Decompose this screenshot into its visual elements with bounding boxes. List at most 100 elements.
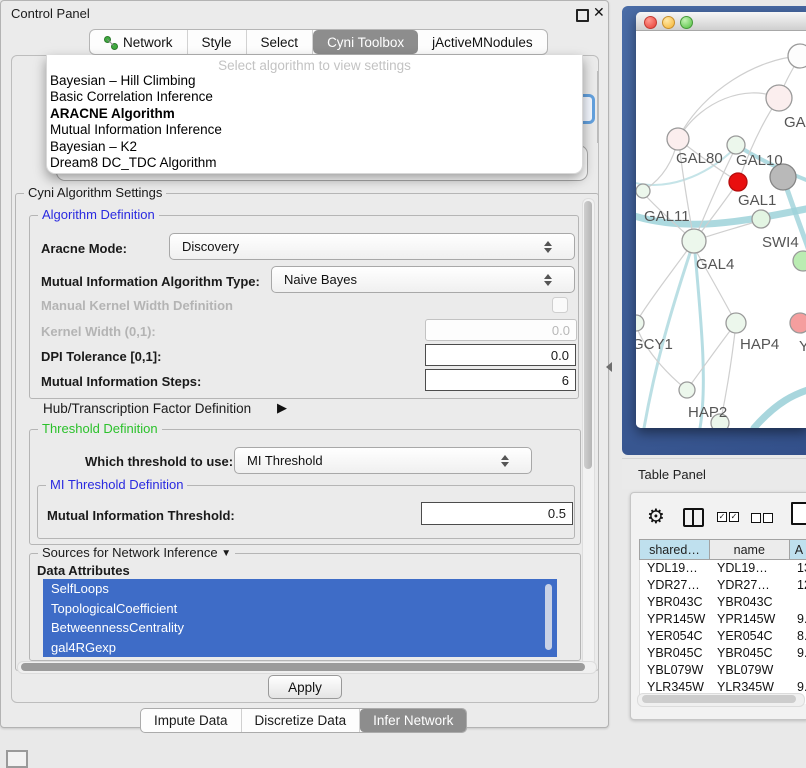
dropdown-item-selected[interactable]: ARACNE Algorithm	[47, 106, 582, 122]
spinner-arrows-icon	[544, 274, 565, 286]
data-attributes-list[interactable]: SelfLoops TopologicalCoefficient Between…	[43, 579, 557, 657]
tab-impute-data[interactable]: Impute Data	[141, 709, 242, 732]
mi-threshold-label: Mutual Information Threshold:	[47, 508, 235, 523]
network-window-titlebar[interactable]	[636, 12, 806, 31]
network-window[interactable]: GAL GAL80 GAL10 GAL11 GAL1 SWI4 GAL4 GCY…	[636, 12, 806, 428]
node-green-right[interactable]	[793, 251, 806, 271]
node-gal1[interactable]	[752, 210, 770, 228]
node-red-selected[interactable]	[729, 173, 747, 191]
minimized-panel-icon[interactable]	[6, 750, 28, 768]
column-header[interactable]: A	[790, 539, 806, 560]
node-salmon[interactable]	[790, 313, 806, 333]
deselect-all-icon[interactable]	[763, 513, 773, 523]
list-vscrollbar-thumb[interactable]	[545, 584, 552, 650]
table-panel-card: ⚙ ✓ ✓ shared… name A YDL19… YDL19… 13 YD…	[630, 492, 806, 720]
settings-hscrollbar[interactable]	[17, 661, 597, 674]
group-title: Cyni Algorithm Settings	[24, 185, 166, 200]
zoom-traffic-icon[interactable]	[680, 16, 693, 29]
node-gcy1[interactable]	[636, 315, 644, 331]
tab-network[interactable]: Network	[90, 30, 188, 54]
node-hap2[interactable]	[679, 382, 695, 398]
mi-threshold-value: 0.5	[548, 506, 566, 521]
group-title[interactable]: Sources for Network Inference ▼	[38, 545, 235, 560]
mi-threshold-field[interactable]: 0.5	[421, 502, 573, 525]
attribute-item[interactable]: TopologicalCoefficient	[43, 599, 557, 619]
tab-style[interactable]: Style	[188, 30, 247, 54]
tab-jactivemnodules[interactable]: jActiveMNodules	[418, 30, 547, 54]
table-header-row: shared… name A	[639, 539, 806, 560]
table-hscrollbar-thumb[interactable]	[642, 695, 796, 703]
node-unlabeled[interactable]	[788, 44, 806, 68]
mi-type-combo[interactable]: Naive Bayes	[271, 266, 575, 293]
manual-kernel-checkbox[interactable]	[552, 297, 568, 313]
cell: 9.	[790, 611, 806, 628]
attribute-item[interactable]: gal4RGexp	[43, 638, 557, 658]
expand-right-icon[interactable]: ▶	[277, 400, 287, 416]
dpi-tolerance-field[interactable]: 0.0	[425, 344, 576, 366]
table-row[interactable]: YDL19… YDL19… 13	[640, 560, 806, 577]
spinner-arrows-icon	[501, 455, 522, 467]
table-row[interactable]: YER054C YER054C 8.	[640, 628, 806, 645]
table-row[interactable]: YBR043C YBR043C	[640, 594, 806, 611]
close-icon[interactable]: ✕	[593, 4, 605, 21]
attribute-item[interactable]: SelfLoops	[43, 579, 557, 599]
hub-definition-label[interactable]: Hub/Transcription Factor Definition	[43, 401, 251, 416]
aracne-mode-label: Aracne Mode:	[41, 241, 127, 256]
table-file-icon[interactable]	[791, 502, 806, 525]
split-pane-handle-icon[interactable]	[606, 362, 612, 372]
attribute-item[interactable]: BetweennessCentrality	[43, 618, 557, 638]
settings-vscrollbar-thumb[interactable]	[584, 201, 592, 469]
tab-cyni-toolbox[interactable]: Cyni Toolbox	[313, 30, 418, 54]
table-row[interactable]: YBL079W YBL079W	[640, 662, 806, 679]
settings-hscrollbar-thumb[interactable]	[21, 663, 585, 671]
table-row[interactable]: YBR045C YBR045C 9.	[640, 645, 806, 662]
mi-type-label: Mutual Information Algorithm Type:	[41, 274, 260, 289]
dropdown-item[interactable]: Bayesian – Hill Climbing	[47, 73, 582, 89]
column-header[interactable]: name	[710, 539, 790, 560]
cell: YER054C	[710, 628, 790, 645]
tab-label: Discretize Data	[255, 713, 347, 728]
apply-button[interactable]: Apply	[268, 675, 342, 699]
cell: YDL19…	[710, 560, 790, 577]
which-threshold-value: MI Threshold	[235, 453, 323, 468]
spinner-arrows-icon	[544, 241, 565, 253]
column-header[interactable]: shared…	[639, 539, 710, 560]
select-all-icon[interactable]: ✓	[729, 512, 739, 522]
bottom-tabbar: Impute Data Discretize Data Infer Networ…	[140, 708, 467, 733]
node-small-green[interactable]	[636, 184, 650, 198]
kernel-width-value: 0.0	[552, 323, 570, 338]
aracne-mode-combo[interactable]: Discovery	[169, 233, 575, 260]
dropdown-item[interactable]: Basic Correlation Inference	[47, 89, 582, 105]
close-traffic-icon[interactable]	[644, 16, 657, 29]
which-threshold-combo[interactable]: MI Threshold	[234, 447, 532, 474]
deselect-all-icon[interactable]	[751, 513, 761, 523]
network-view-panel: GAL GAL80 GAL10 GAL11 GAL1 SWI4 GAL4 GCY…	[622, 6, 806, 455]
column-chooser-icon[interactable]	[683, 508, 704, 527]
tab-select[interactable]: Select	[247, 30, 314, 54]
which-threshold-label: Which threshold to use:	[85, 454, 233, 469]
tab-label: jActiveMNodules	[432, 35, 533, 50]
node-label: HAP2	[688, 404, 727, 421]
select-all-icon[interactable]: ✓	[717, 512, 727, 522]
tab-infer-network[interactable]: Infer Network	[360, 709, 466, 732]
kernel-width-field[interactable]: 0.0	[425, 319, 577, 341]
dropdown-item[interactable]: Bayesian – K2	[47, 139, 582, 155]
table-hscrollbar[interactable]	[637, 693, 805, 707]
node-gal-pink[interactable]	[766, 85, 792, 111]
node-gal4[interactable]	[682, 229, 706, 253]
gear-icon[interactable]: ⚙	[647, 504, 665, 529]
settings-vscrollbar[interactable]	[582, 198, 595, 666]
minimize-traffic-icon[interactable]	[662, 16, 675, 29]
dropdown-item[interactable]: Dream8 DC_TDC Algorithm	[47, 155, 582, 171]
mi-steps-field[interactable]: 6	[425, 369, 576, 391]
tab-label: Select	[261, 35, 299, 50]
float-window-icon[interactable]	[576, 9, 589, 22]
table-row[interactable]: YPR145W YPR145W 9.	[640, 611, 806, 628]
table-row[interactable]: YDR27… YDR27… 12	[640, 577, 806, 594]
network-canvas[interactable]: GAL GAL80 GAL10 GAL11 GAL1 SWI4 GAL4 GCY…	[636, 31, 806, 428]
dropdown-item[interactable]: Mutual Information Inference	[47, 122, 582, 138]
node-gal80[interactable]	[667, 128, 689, 150]
tab-discretize-data[interactable]: Discretize Data	[242, 709, 361, 732]
table-body[interactable]: YDL19… YDL19… 13 YDR27… YDR27… 12 YBR043…	[639, 560, 806, 704]
node-hap4[interactable]	[726, 313, 746, 333]
